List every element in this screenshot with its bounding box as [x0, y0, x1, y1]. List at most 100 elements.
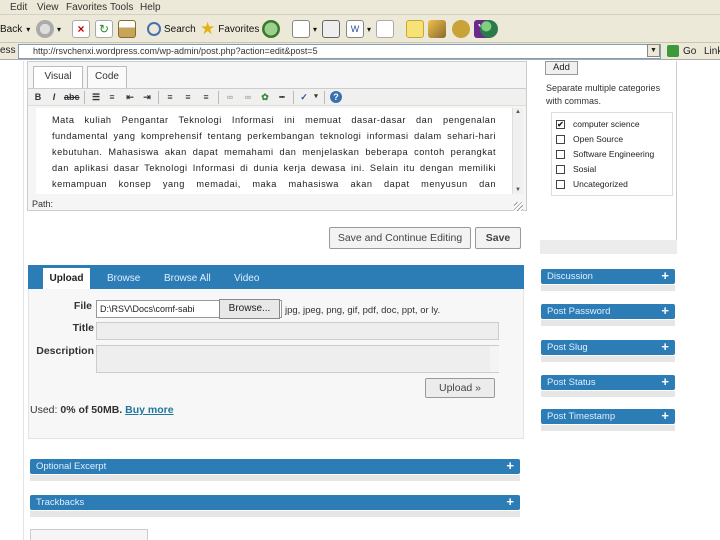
toolbar-divider [293, 91, 294, 104]
category-item[interactable]: Open Source [556, 134, 623, 144]
home-button[interactable] [118, 19, 139, 39]
bold-button[interactable]: B [32, 91, 44, 103]
post-timestamp-bar[interactable]: Post Timestamp + [541, 409, 675, 424]
checkbox[interactable] [556, 179, 565, 189]
save-continue-button[interactable]: Save and Continue Editing [329, 227, 471, 249]
outdent-icon[interactable]: ⇤ [124, 91, 136, 103]
align-center-icon[interactable]: ≡ [182, 91, 194, 103]
plus-icon[interactable]: + [661, 409, 669, 423]
post-password-label: Post Password [547, 306, 611, 317]
browse-button[interactable]: Browse... [219, 299, 280, 319]
tab-browse-all[interactable]: Browse All [164, 273, 211, 284]
mail-button[interactable]: ▾ [292, 19, 317, 39]
menu-favorites[interactable]: Favorites [66, 2, 107, 13]
links-button[interactable]: Links [704, 46, 720, 57]
category-item[interactable]: Software Engineering [556, 149, 654, 159]
tab-video[interactable]: Video [234, 273, 259, 284]
categories-shadow [540, 240, 677, 254]
trackbacks-bar[interactable]: Trackbacks + [30, 495, 520, 510]
menu-edit[interactable]: Edit [10, 2, 27, 13]
post-timestamp-label: Post Timestamp [547, 411, 616, 422]
plus-icon[interactable]: + [661, 375, 669, 389]
title-label: Title [72, 322, 94, 334]
align-left-icon[interactable]: ≡ [164, 91, 176, 103]
post-password-bar[interactable]: Post Password + [541, 304, 675, 319]
strikethrough-button[interactable]: abc [64, 91, 80, 103]
tab-visual[interactable]: Visual [33, 66, 83, 88]
checkbox[interactable] [556, 164, 565, 174]
unlink-icon[interactable]: ∞ [242, 91, 254, 103]
chevron-down-icon: ▾ [26, 24, 31, 34]
plus-icon[interactable]: + [661, 269, 669, 283]
search-button[interactable]: Search [147, 19, 196, 39]
notes-button[interactable] [406, 19, 427, 39]
optional-excerpt-bar[interactable]: Optional Excerpt + [30, 459, 520, 474]
post-slug-bar[interactable]: Post Slug + [541, 340, 675, 355]
title-input[interactable] [96, 322, 499, 340]
research-button[interactable] [428, 19, 449, 39]
discussion-bar[interactable]: Discussion + [541, 269, 675, 284]
back-button[interactable]: Back ▾ [0, 19, 30, 39]
print-button[interactable] [322, 19, 343, 39]
indent-icon[interactable]: ⇥ [141, 91, 153, 103]
menu-tools[interactable]: Tools [110, 2, 133, 13]
editor-resize-handle[interactable] [514, 202, 523, 211]
editor-content-area[interactable]: Mata kuliah Pengantar Teknologi Informas… [36, 108, 512, 194]
address-input[interactable]: http://rsvchenxi.wordpress.com/wp-admin/… [18, 44, 661, 59]
forward-button[interactable]: ▾ [36, 19, 61, 39]
numbered-list-icon[interactable]: ≡ [106, 91, 118, 103]
favorites-button[interactable]: ★ Favorites [200, 19, 259, 39]
discuss-button[interactable] [376, 19, 397, 39]
post-status-bar[interactable]: Post Status + [541, 375, 675, 390]
category-item[interactable]: ✔ computer science [556, 119, 640, 129]
scroll-down-icon[interactable]: ▼ [515, 187, 521, 193]
category-item[interactable]: Uncategorized [556, 179, 628, 189]
description-textarea[interactable] [96, 345, 499, 373]
category-item[interactable]: Sosial [556, 164, 596, 174]
tab-upload[interactable]: Upload [43, 268, 90, 290]
msn-button[interactable] [476, 19, 501, 39]
box-shadow [541, 356, 675, 362]
checkbox[interactable] [556, 134, 565, 144]
tools-button[interactable] [452, 19, 473, 39]
plus-icon[interactable]: + [506, 495, 514, 509]
tab-code[interactable]: Code [87, 66, 127, 88]
stop-button[interactable]: × [72, 19, 93, 39]
chevron-down-icon: ▾ [313, 24, 318, 34]
align-right-icon[interactable]: ≡ [200, 91, 212, 103]
description-scrollbar[interactable] [490, 346, 499, 372]
upload-button[interactable]: Upload » [425, 378, 495, 398]
toolbar-divider [158, 91, 159, 104]
chevron-down-icon[interactable]: ▾ [310, 91, 322, 103]
bullet-list-icon[interactable]: ☰ [90, 91, 102, 103]
go-button[interactable]: Go [667, 45, 696, 57]
checkbox[interactable]: ✔ [556, 119, 565, 129]
menu-view[interactable]: View [37, 2, 59, 13]
optional-excerpt-label: Optional Excerpt [36, 461, 107, 472]
help-icon[interactable]: ? [330, 91, 342, 103]
search-icon [147, 22, 161, 36]
link-icon[interactable]: ∞ [224, 91, 236, 103]
history-button[interactable] [262, 19, 283, 39]
spellcheck-icon[interactable]: ✓ [298, 91, 310, 103]
post-slug-label: Post Slug [547, 342, 588, 353]
add-category-button[interactable]: Add [545, 61, 578, 75]
tab-browse[interactable]: Browse [107, 273, 140, 284]
menu-help[interactable]: Help [140, 2, 161, 13]
toolbar-divider [324, 91, 325, 104]
checkbox[interactable] [556, 149, 565, 159]
address-bar: ess http://rsvchenxi.wordpress.com/wp-ad… [0, 43, 720, 60]
buy-more-link[interactable]: Buy more [125, 404, 173, 416]
save-button[interactable]: Save [475, 227, 521, 249]
refresh-button[interactable]: ↻ [95, 19, 116, 39]
editor-scrollbar[interactable]: ▲ ▼ [512, 108, 523, 194]
address-dropdown-button[interactable]: ▼ [647, 44, 660, 57]
scroll-up-icon[interactable]: ▲ [515, 109, 521, 115]
plus-icon[interactable]: + [506, 459, 514, 473]
plus-icon[interactable]: + [661, 340, 669, 354]
edit-button[interactable]: W ▾ [346, 19, 371, 39]
italic-button[interactable]: I [48, 91, 60, 103]
plus-icon[interactable]: + [661, 304, 669, 318]
more-icon[interactable]: ┉ [276, 91, 288, 103]
image-icon[interactable]: ✿ [259, 91, 271, 103]
